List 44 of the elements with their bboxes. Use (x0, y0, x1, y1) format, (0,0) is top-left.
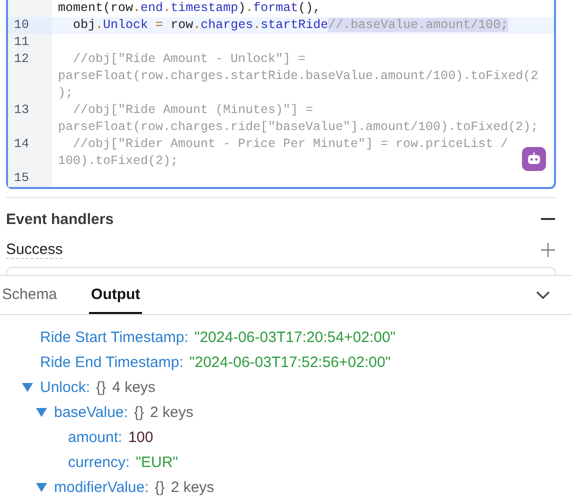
tab[interactable]: Output (89, 276, 142, 314)
line-number: 10 (14, 18, 30, 32)
caret-icon[interactable] (36, 483, 47, 492)
code-line: //obj["Ride Amount - Unlock"] = (72, 52, 306, 66)
code-line: obj.Unlock = row.charges.startRide//.baseValue.amount/100; (72, 18, 508, 32)
plus-icon[interactable] (540, 242, 556, 258)
type-label: {} (134, 404, 144, 421)
line-number: 13 (14, 103, 30, 117)
tree-key: Ride End Timestamp: (40, 354, 184, 371)
section-title: Event handlers (6, 210, 114, 228)
code-line: 100).toFixed(2); (58, 154, 178, 168)
input-field[interactable] (6, 267, 556, 275)
key-count: 4 keys (112, 379, 156, 396)
type-label: {} (96, 379, 106, 396)
tree-key: Unlock: (40, 379, 90, 396)
code-line: moment(row.end.timestamp).format(), (58, 1, 321, 15)
tree-key: modifierValue: (54, 479, 149, 496)
line-number: 14 (14, 137, 30, 151)
code-line: parseFloat(row.charges.startRide.baseValue.amount/100).toFixed(2 (58, 69, 538, 83)
code-line: ); (58, 86, 74, 100)
caret-icon[interactable] (22, 383, 33, 392)
tree-key: Ride Start Timestamp: (40, 329, 188, 346)
type-label: {} (154, 479, 165, 496)
tree-value: "EUR" (136, 454, 178, 471)
code-line: //obj["Rider Amount - Price Per Minute"] = row.priceList / (72, 137, 508, 151)
tree-key: amount: (68, 429, 122, 446)
tree-value: "2024-06-03T17:20:54+02:00" (194, 329, 396, 346)
code-line: parseFloat(row.charges.ride["baseValue"].amount/100).toFixed(2); (58, 120, 538, 134)
code-editor[interactable] (6, 0, 556, 189)
key-count: 2 keys (150, 404, 194, 421)
tab[interactable]: Schema (0, 276, 60, 314)
tree-key: currency: (68, 454, 130, 471)
line-number: 15 (14, 171, 30, 185)
tree-value: 100 (128, 429, 154, 446)
chevron-down-icon[interactable] (536, 291, 550, 300)
tree-key: baseValue: (54, 404, 128, 421)
key-count: 2 keys (170, 479, 214, 496)
tree-value: "2024-06-03T17:52:56+02:00" (189, 354, 391, 371)
robot-icon[interactable] (522, 147, 546, 171)
caret-icon[interactable] (36, 408, 47, 417)
line-number: 11 (14, 35, 30, 49)
handler-label: Success (6, 241, 63, 259)
code-line: //obj["Ride Amount (Minutes)"] = (72, 103, 314, 117)
line-number: 12 (14, 52, 30, 66)
